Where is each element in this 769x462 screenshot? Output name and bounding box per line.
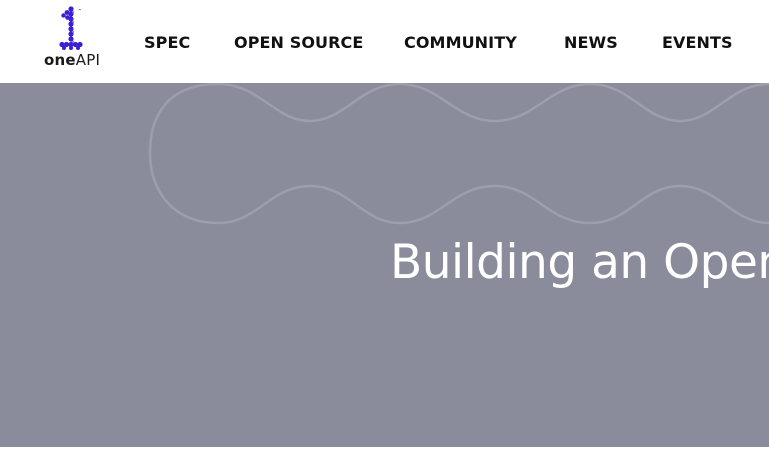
page-bottom-strip <box>0 447 769 462</box>
nav-item-events[interactable]: EVENTS <box>662 33 733 52</box>
hero-title: Building an Open <box>390 235 769 290</box>
nav-item-open-source[interactable]: OPEN SOURCE <box>234 33 363 52</box>
hero-banner: Building an Open <box>0 83 769 447</box>
trademark-symbol: ™ <box>78 8 82 13</box>
logo-text-one: one <box>44 51 76 69</box>
nav-item-spec[interactable]: SPEC <box>144 33 190 52</box>
logo-wordmark: oneAPI <box>44 51 100 69</box>
site-header: ™ oneAPI SPEC OPEN SOURCE COMMUNITY NEWS… <box>0 0 769 83</box>
nav-item-community[interactable]: COMMUNITY <box>404 33 517 52</box>
logo-text-api: API <box>75 51 101 69</box>
nav-item-news[interactable]: NEWS <box>564 33 618 52</box>
oneapi-logo[interactable]: ™ oneAPI <box>42 6 104 70</box>
oneapi-logo-icon: ™ <box>59 6 83 50</box>
